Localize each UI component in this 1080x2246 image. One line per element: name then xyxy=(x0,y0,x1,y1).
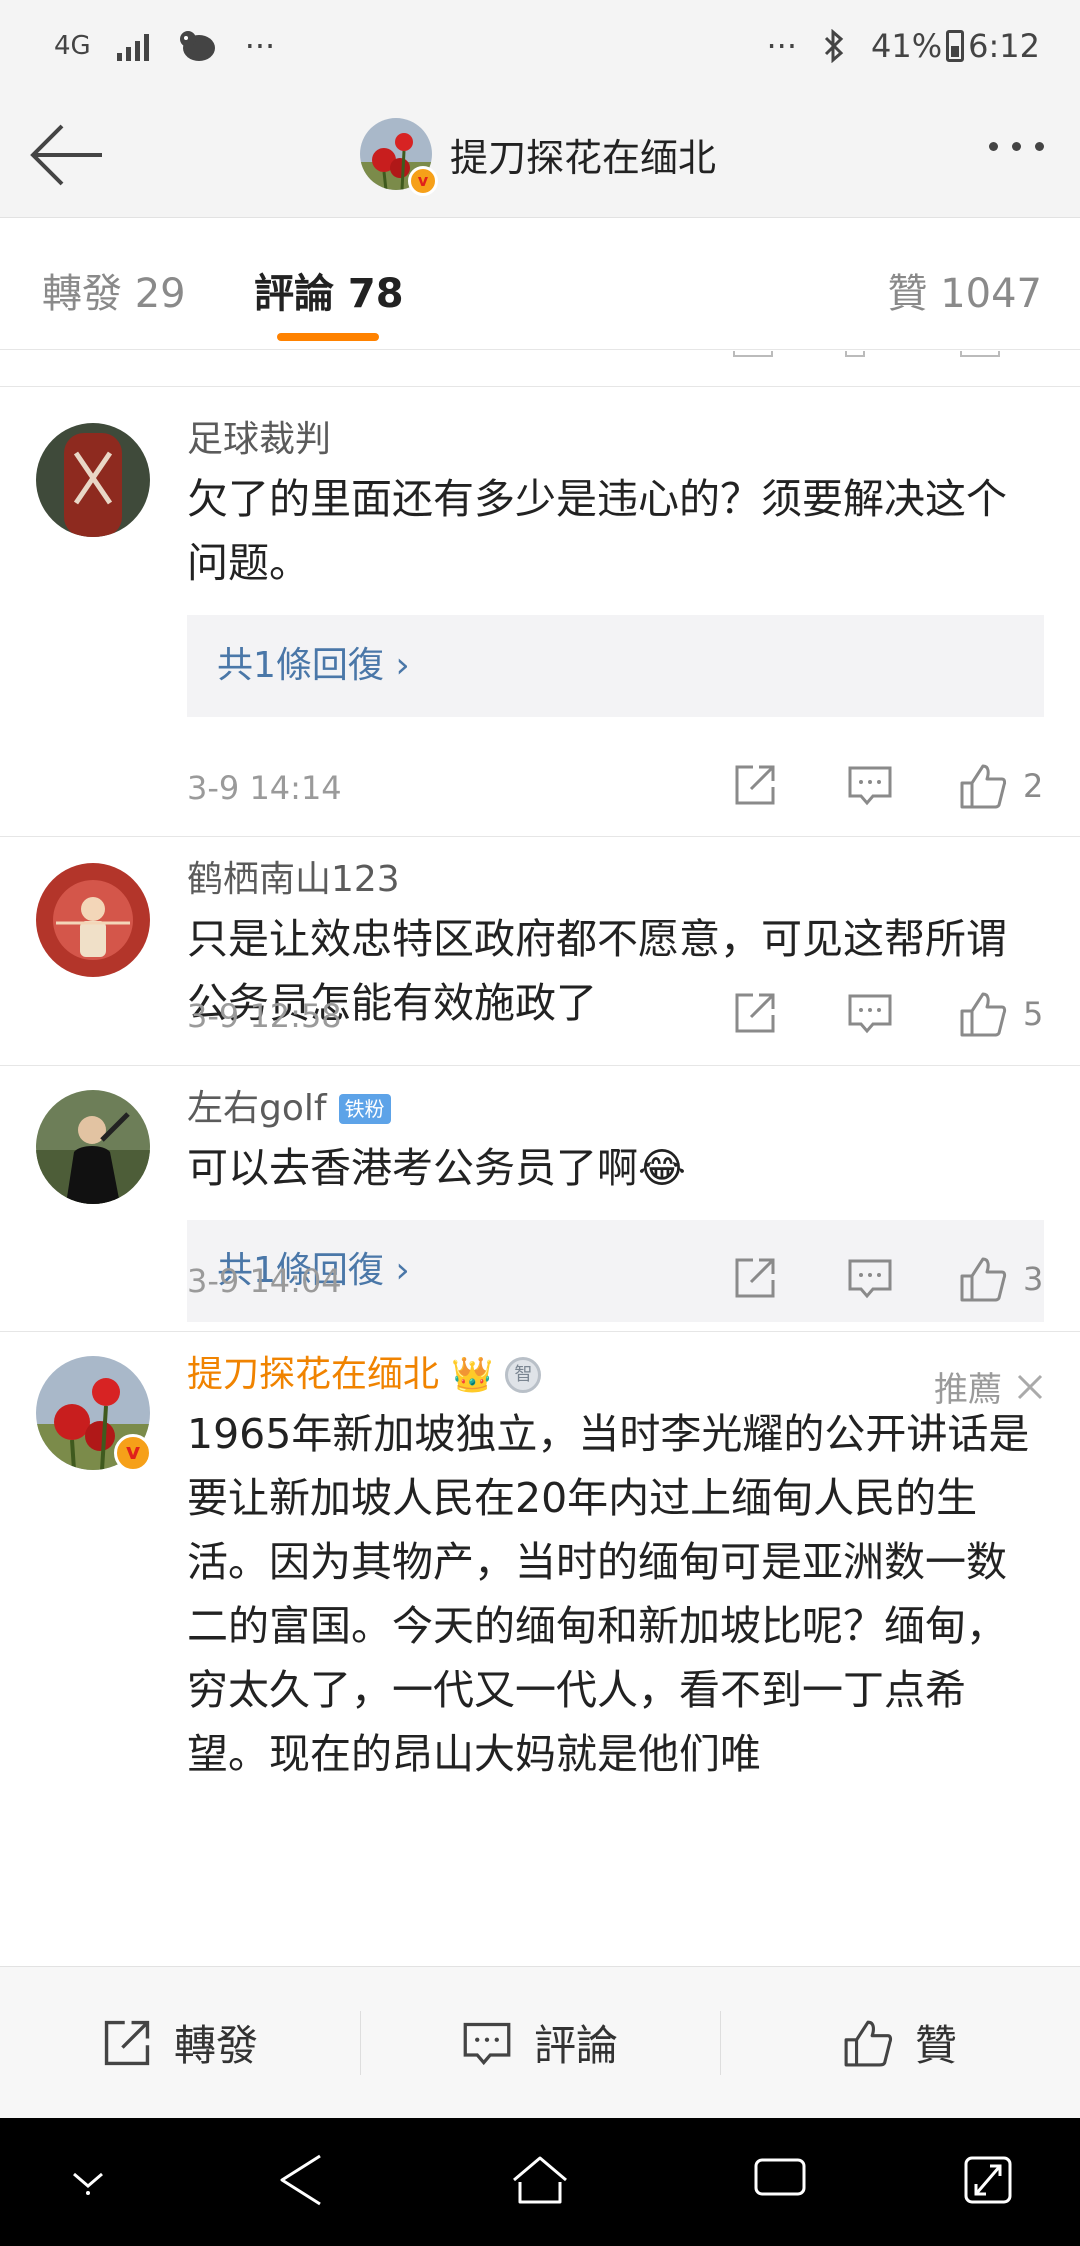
active-tab-indicator xyxy=(277,333,379,341)
comment-meta: 3-9 14:04 3 xyxy=(187,1250,1044,1310)
like-button[interactable]: 3 xyxy=(959,1256,1043,1302)
comment-bubble-icon[interactable] xyxy=(847,763,893,807)
previous-comment-edge xyxy=(0,351,1080,387)
comment-item: 足球裁判 欠了的里面还有多少是违心的？须要解决这个问题。 共1條回復 › 3-9… xyxy=(0,387,1080,837)
back-triangle-icon[interactable] xyxy=(276,2152,326,2208)
recent-apps-icon[interactable] xyxy=(752,2152,808,2202)
thumbs-up-icon xyxy=(960,764,1007,809)
home-icon[interactable] xyxy=(510,2152,570,2208)
status-right-dots: ··· xyxy=(766,27,798,65)
bird-icon xyxy=(179,31,215,61)
like-main-button[interactable]: 贊 xyxy=(720,1967,1080,2118)
thumbs-up-icon xyxy=(844,2020,893,2066)
comment-meta: 3-9 12:58 5 xyxy=(187,985,1044,1045)
like-count: 5 xyxy=(1023,995,1044,1033)
comment-label: 評論 xyxy=(533,2021,618,2070)
clock: 6:12 xyxy=(968,27,1040,65)
system-nav-bar xyxy=(0,2118,1080,2246)
recommend-tag[interactable]: 推薦 xyxy=(934,1362,1044,1411)
battery-percent: 41% xyxy=(871,27,943,65)
thumbs-up-icon xyxy=(960,992,1007,1037)
expand-icon[interactable] xyxy=(962,2152,1014,2208)
comment-username[interactable]: 鹤栖南山123 xyxy=(187,853,1044,907)
tab-repost[interactable]: 轉發 29 xyxy=(42,261,186,319)
like-count: 2 xyxy=(1023,767,1044,805)
thumbs-up-icon xyxy=(960,1257,1007,1302)
signal-icon xyxy=(116,31,149,61)
comment-username[interactable]: 提刀探花在缅北 👑 智 xyxy=(187,1348,1044,1402)
comment-username[interactable]: 足球裁判 xyxy=(187,413,1044,467)
tab-bar: 轉發 29 評論 78 贊 1047 xyxy=(0,219,1080,350)
comment-bubble-icon xyxy=(463,2022,511,2065)
comment-list[interactable]: 足球裁判 欠了的里面还有多少是违心的？须要解决这个问题。 共1條回復 › 3-9… xyxy=(0,351,1080,1966)
fan-badge: 铁粉 xyxy=(338,1094,391,1124)
more-dots-icon[interactable] xyxy=(989,142,1044,151)
share-box-icon[interactable] xyxy=(733,763,777,807)
avatar[interactable]: v xyxy=(36,1356,152,1472)
avatar[interactable] xyxy=(36,1090,150,1204)
author-avatar[interactable]: v xyxy=(360,118,438,196)
bluetooth-icon xyxy=(824,29,844,63)
comment-meta: 3-9 14:14 2 xyxy=(187,757,1044,817)
share-box-icon[interactable] xyxy=(733,1256,777,1300)
username-text: 提刀探花在缅北 xyxy=(187,1354,440,1395)
status-left-dots: ··· xyxy=(244,27,276,65)
username-text: 左右golf xyxy=(187,1088,327,1129)
comment-time: 3-9 14:14 xyxy=(187,769,342,807)
status-bar: 4G ··· ··· 41% 6:12 xyxy=(0,0,1080,92)
comment-item: v 提刀探花在缅北 👑 智 1965年新加坡独立，当时李光耀的公开讲话是要让新加… xyxy=(0,1332,1080,1966)
chevron-down-icon[interactable] xyxy=(66,2166,110,2196)
comment-text: 可以去香港考公务员了啊😂 xyxy=(187,1144,686,1192)
title-group: v 提刀探花在缅北 xyxy=(360,116,717,196)
replies-link[interactable]: 共1條回復 › xyxy=(187,615,1044,717)
close-icon[interactable] xyxy=(1016,1373,1044,1401)
like-button[interactable]: 5 xyxy=(959,991,1043,1037)
avatar[interactable] xyxy=(36,863,150,977)
comment-time: 3-9 14:04 xyxy=(187,1262,342,1300)
network-type: 4G xyxy=(54,31,91,61)
like-label: 贊 xyxy=(914,2021,957,2070)
comment-item: 鹤栖南山123 只是让效忠特区政府都不愿意，可见这帮所谓公务员怎能有效施政了 3… xyxy=(0,837,1080,1066)
recommend-label: 推薦 xyxy=(934,1370,1002,1410)
medal-icon: 智 xyxy=(505,1357,542,1393)
tab-like[interactable]: 贊 1047 xyxy=(887,261,1042,319)
share-box-icon[interactable] xyxy=(733,991,777,1035)
like-count: 3 xyxy=(1023,1260,1044,1298)
comment-text: 1965年新加坡独立，当时李光耀的公开讲话是要让新加坡人民在20年内过上缅甸人民… xyxy=(187,1410,1030,1778)
comment-item: 左右golf 铁粉 可以去香港考公务员了啊😂 共1條回復 › 3-9 14:04… xyxy=(0,1066,1080,1332)
comment-bubble-icon[interactable] xyxy=(847,1256,893,1300)
repost-label: 轉發 xyxy=(173,2021,258,2070)
verified-badge-icon: v xyxy=(408,166,438,196)
page-title: 提刀探花在缅北 xyxy=(450,135,717,180)
comment-button[interactable]: 評論 xyxy=(360,1967,720,2118)
crown-icon: 👑 xyxy=(451,1355,494,1395)
tab-comment[interactable]: 評論 78 xyxy=(254,261,404,319)
comment-time: 3-9 12:58 xyxy=(187,997,342,1035)
share-box-icon xyxy=(104,2020,150,2065)
repost-button[interactable]: 轉發 xyxy=(0,1967,360,2118)
arrow-left-icon[interactable] xyxy=(28,122,104,188)
comment-username[interactable]: 左右golf 铁粉 xyxy=(187,1082,1044,1136)
verified-badge-icon: v xyxy=(114,1434,152,1472)
comment-bubble-icon[interactable] xyxy=(847,991,893,1035)
avatar[interactable] xyxy=(36,423,150,537)
comment-text: 欠了的里面还有多少是违心的？须要解决这个问题。 xyxy=(187,475,1007,587)
bottom-action-bar: 轉發 評論 贊 xyxy=(0,1966,1080,2118)
like-button[interactable]: 2 xyxy=(959,763,1043,809)
title-bar: v 提刀探花在缅北 xyxy=(0,92,1080,218)
battery-icon xyxy=(946,30,965,62)
